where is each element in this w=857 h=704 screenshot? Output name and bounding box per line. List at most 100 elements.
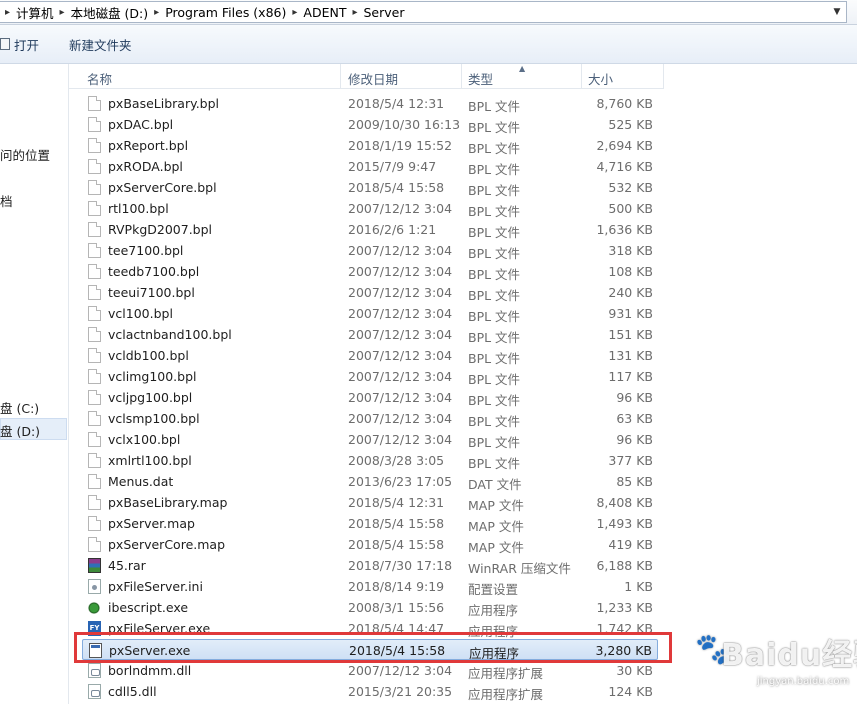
file-modified-date: 2007/12/12 3:04: [348, 369, 453, 384]
file-name: vclimg100.bpl: [108, 369, 197, 384]
file-modified-date: 2018/1/19 15:52: [348, 138, 453, 153]
chevron-right-icon[interactable]: ▸: [292, 7, 297, 18]
dll-icon: [88, 663, 101, 678]
address-box[interactable]: ▸ 计算机 ▸ 本地磁盘 (D:) ▸ Program Files (x86) …: [0, 1, 847, 23]
ini-icon: [88, 579, 101, 594]
column-divider[interactable]: [461, 64, 462, 88]
file-type: BPL 文件: [468, 288, 521, 303]
breadcrumb-program-files[interactable]: Program Files (x86): [165, 5, 286, 20]
file-row[interactable]: 45.rar 2018/7/30 17:18 WinRAR 压缩文件 6,188 KB: [82, 555, 658, 576]
column-divider[interactable]: [581, 64, 582, 88]
doc-icon: [88, 201, 101, 216]
file-modified-date: 2007/12/12 3:04: [348, 285, 453, 300]
file-modified-date: 2016/2/6 1:21: [348, 222, 437, 237]
chevron-right-icon[interactable]: ▸: [60, 7, 65, 18]
file-type: WinRAR 压缩文件: [468, 561, 571, 576]
doc-icon: [88, 474, 101, 489]
file-row[interactable]: borlndmm.dll 2007/12/12 3:04 应用程序扩展 30 KB: [82, 660, 658, 681]
file-row[interactable]: rtl100.bpl 2007/12/12 3:04 BPL 文件 500 KB: [82, 198, 658, 219]
file-row[interactable]: teedb7100.bpl 2007/12/12 3:04 BPL 文件 108 KB: [82, 261, 658, 282]
file-size: 63 KB: [616, 411, 653, 426]
file-name: pxDAC.bpl: [108, 117, 174, 132]
file-row[interactable]: tee7100.bpl 2007/12/12 3:04 BPL 文件 318 KB: [82, 240, 658, 261]
file-modified-date: 2008/3/1 15:56: [348, 600, 445, 615]
file-row[interactable]: pxServer.map 2018/5/4 15:58 MAP 文件 1,493 KB: [82, 513, 658, 534]
file-row[interactable]: pxDAC.bpl 2009/10/30 16:13 BPL 文件 525 KB: [82, 114, 658, 135]
file-row[interactable]: pxBaseLibrary.map 2018/5/4 12:31 MAP 文件 8,4…: [82, 492, 658, 513]
chevron-right-icon[interactable]: ▸: [352, 7, 357, 18]
file-row[interactable]: vclsmp100.bpl 2007/12/12 3:04 BPL 文件 63 KB: [82, 408, 658, 429]
file-type: BPL 文件: [468, 225, 521, 240]
file-row[interactable]: xmlrtl100.bpl 2008/3/28 3:05 BPL 文件 377 KB: [82, 450, 658, 471]
file-size: 240 KB: [608, 285, 653, 300]
column-header-size[interactable]: 大小: [588, 69, 613, 88]
new-folder-button[interactable]: 新建文件夹: [69, 35, 132, 53]
file-modified-date: 2007/12/12 3:04: [348, 390, 453, 405]
file-modified-date: 2018/5/4 15:58: [348, 516, 445, 531]
file-row[interactable]: pxBaseLibrary.bpl 2018/5/4 12:31 BPL 文件 8,7…: [82, 93, 658, 114]
file-name: pxServer.map: [108, 516, 195, 531]
file-type: 配置设置: [468, 582, 519, 597]
rar-icon: [88, 558, 101, 573]
highlight-annotation-box: [74, 632, 672, 663]
breadcrumb-adent[interactable]: ADENT: [303, 5, 346, 20]
file-name: pxFileServer.ini: [108, 579, 203, 594]
nav-item-recent-places[interactable]: 问的位置: [0, 145, 50, 164]
chevron-right-icon[interactable]: ▸: [154, 7, 159, 18]
nav-item-drive-d[interactable]: 盘 (D:): [0, 421, 40, 440]
breadcrumb-computer[interactable]: 计算机: [16, 3, 54, 22]
column-header-date[interactable]: 修改日期: [348, 69, 398, 88]
file-size: 117 KB: [608, 369, 653, 384]
exe-green-icon: [88, 600, 101, 615]
file-size: 532 KB: [608, 180, 653, 195]
column-header-type[interactable]: 类型: [468, 69, 493, 88]
breadcrumb-drive-d[interactable]: 本地磁盘 (D:): [71, 3, 149, 22]
doc-icon: [88, 432, 101, 447]
file-name: Menus.dat: [108, 474, 174, 489]
file-row[interactable]: pxServerCore.bpl 2018/5/4 15:58 BPL 文件 532 …: [82, 177, 658, 198]
chevron-right-icon[interactable]: ▸: [5, 7, 10, 18]
doc-icon: [88, 117, 101, 132]
file-row[interactable]: vcljpg100.bpl 2007/12/12 3:04 BPL 文件 96 KB: [82, 387, 658, 408]
file-type: BPL 文件: [468, 120, 521, 135]
file-size: 1,233 KB: [596, 600, 653, 615]
column-header-name[interactable]: 名称: [87, 69, 112, 88]
nav-item-documents[interactable]: 档: [0, 191, 13, 210]
file-size: 4,716 KB: [596, 159, 653, 174]
file-size: 8,760 KB: [596, 96, 653, 111]
file-modified-date: 2018/5/4 15:58: [348, 537, 445, 552]
file-modified-date: 2007/12/12 3:04: [348, 432, 453, 447]
file-row[interactable]: cdll5.dll 2015/3/21 20:35 应用程序扩展 124 KB: [82, 681, 658, 702]
doc-icon: [88, 327, 101, 342]
column-divider[interactable]: [340, 64, 341, 88]
file-type: BPL 文件: [468, 141, 521, 156]
file-size: 931 KB: [608, 306, 653, 321]
file-size: 377 KB: [608, 453, 653, 468]
file-row[interactable]: vcl100.bpl 2007/12/12 3:04 BPL 文件 931 KB: [82, 303, 658, 324]
file-row[interactable]: pxRODA.bpl 2015/7/9 9:47 BPL 文件 4,716 KB: [82, 156, 658, 177]
column-divider[interactable]: [663, 64, 664, 88]
file-row[interactable]: vcldb100.bpl 2007/12/12 3:04 BPL 文件 131 KB: [82, 345, 658, 366]
file-size: 6,188 KB: [596, 558, 653, 573]
file-row[interactable]: ibescript.exe 2008/3/1 15:56 应用程序 1,233 KB: [82, 597, 658, 618]
file-row[interactable]: pxFileServer.ini 2018/8/14 9:19 配置设置 1 KB: [82, 576, 658, 597]
nav-item-drive-c[interactable]: 盘 (C:): [0, 398, 39, 417]
file-row[interactable]: Menus.dat 2013/6/23 17:05 DAT 文件 85 KB: [82, 471, 658, 492]
chevron-down-icon[interactable]: ▼: [830, 5, 844, 19]
doc-icon: [88, 390, 101, 405]
file-modified-date: 2007/12/12 3:04: [348, 663, 453, 678]
file-name: vcldb100.bpl: [108, 348, 189, 363]
doc-icon: [88, 285, 101, 300]
doc-icon: [88, 264, 101, 279]
file-row[interactable]: vclimg100.bpl 2007/12/12 3:04 BPL 文件 117 KB: [82, 366, 658, 387]
breadcrumb-server[interactable]: Server: [364, 5, 405, 20]
file-row[interactable]: pxServerCore.map 2018/5/4 15:58 MAP 文件 419 …: [82, 534, 658, 555]
file-size: 500 KB: [608, 201, 653, 216]
file-row[interactable]: pxReport.bpl 2018/1/19 15:52 BPL 文件 2,694 K…: [82, 135, 658, 156]
open-button[interactable]: 打开: [0, 35, 39, 53]
file-row[interactable]: RVPkgD2007.bpl 2016/2/6 1:21 BPL 文件 1,636 K…: [82, 219, 658, 240]
file-row[interactable]: vclactnband100.bpl 2007/12/12 3:04 BPL 文件 1…: [82, 324, 658, 345]
file-row[interactable]: vclx100.bpl 2007/12/12 3:04 BPL 文件 96 KB: [82, 429, 658, 450]
column-header-row: 名称 修改日期 类型 ▲ 大小: [69, 64, 664, 89]
file-row[interactable]: teeui7100.bpl 2007/12/12 3:04 BPL 文件 240 KB: [82, 282, 658, 303]
